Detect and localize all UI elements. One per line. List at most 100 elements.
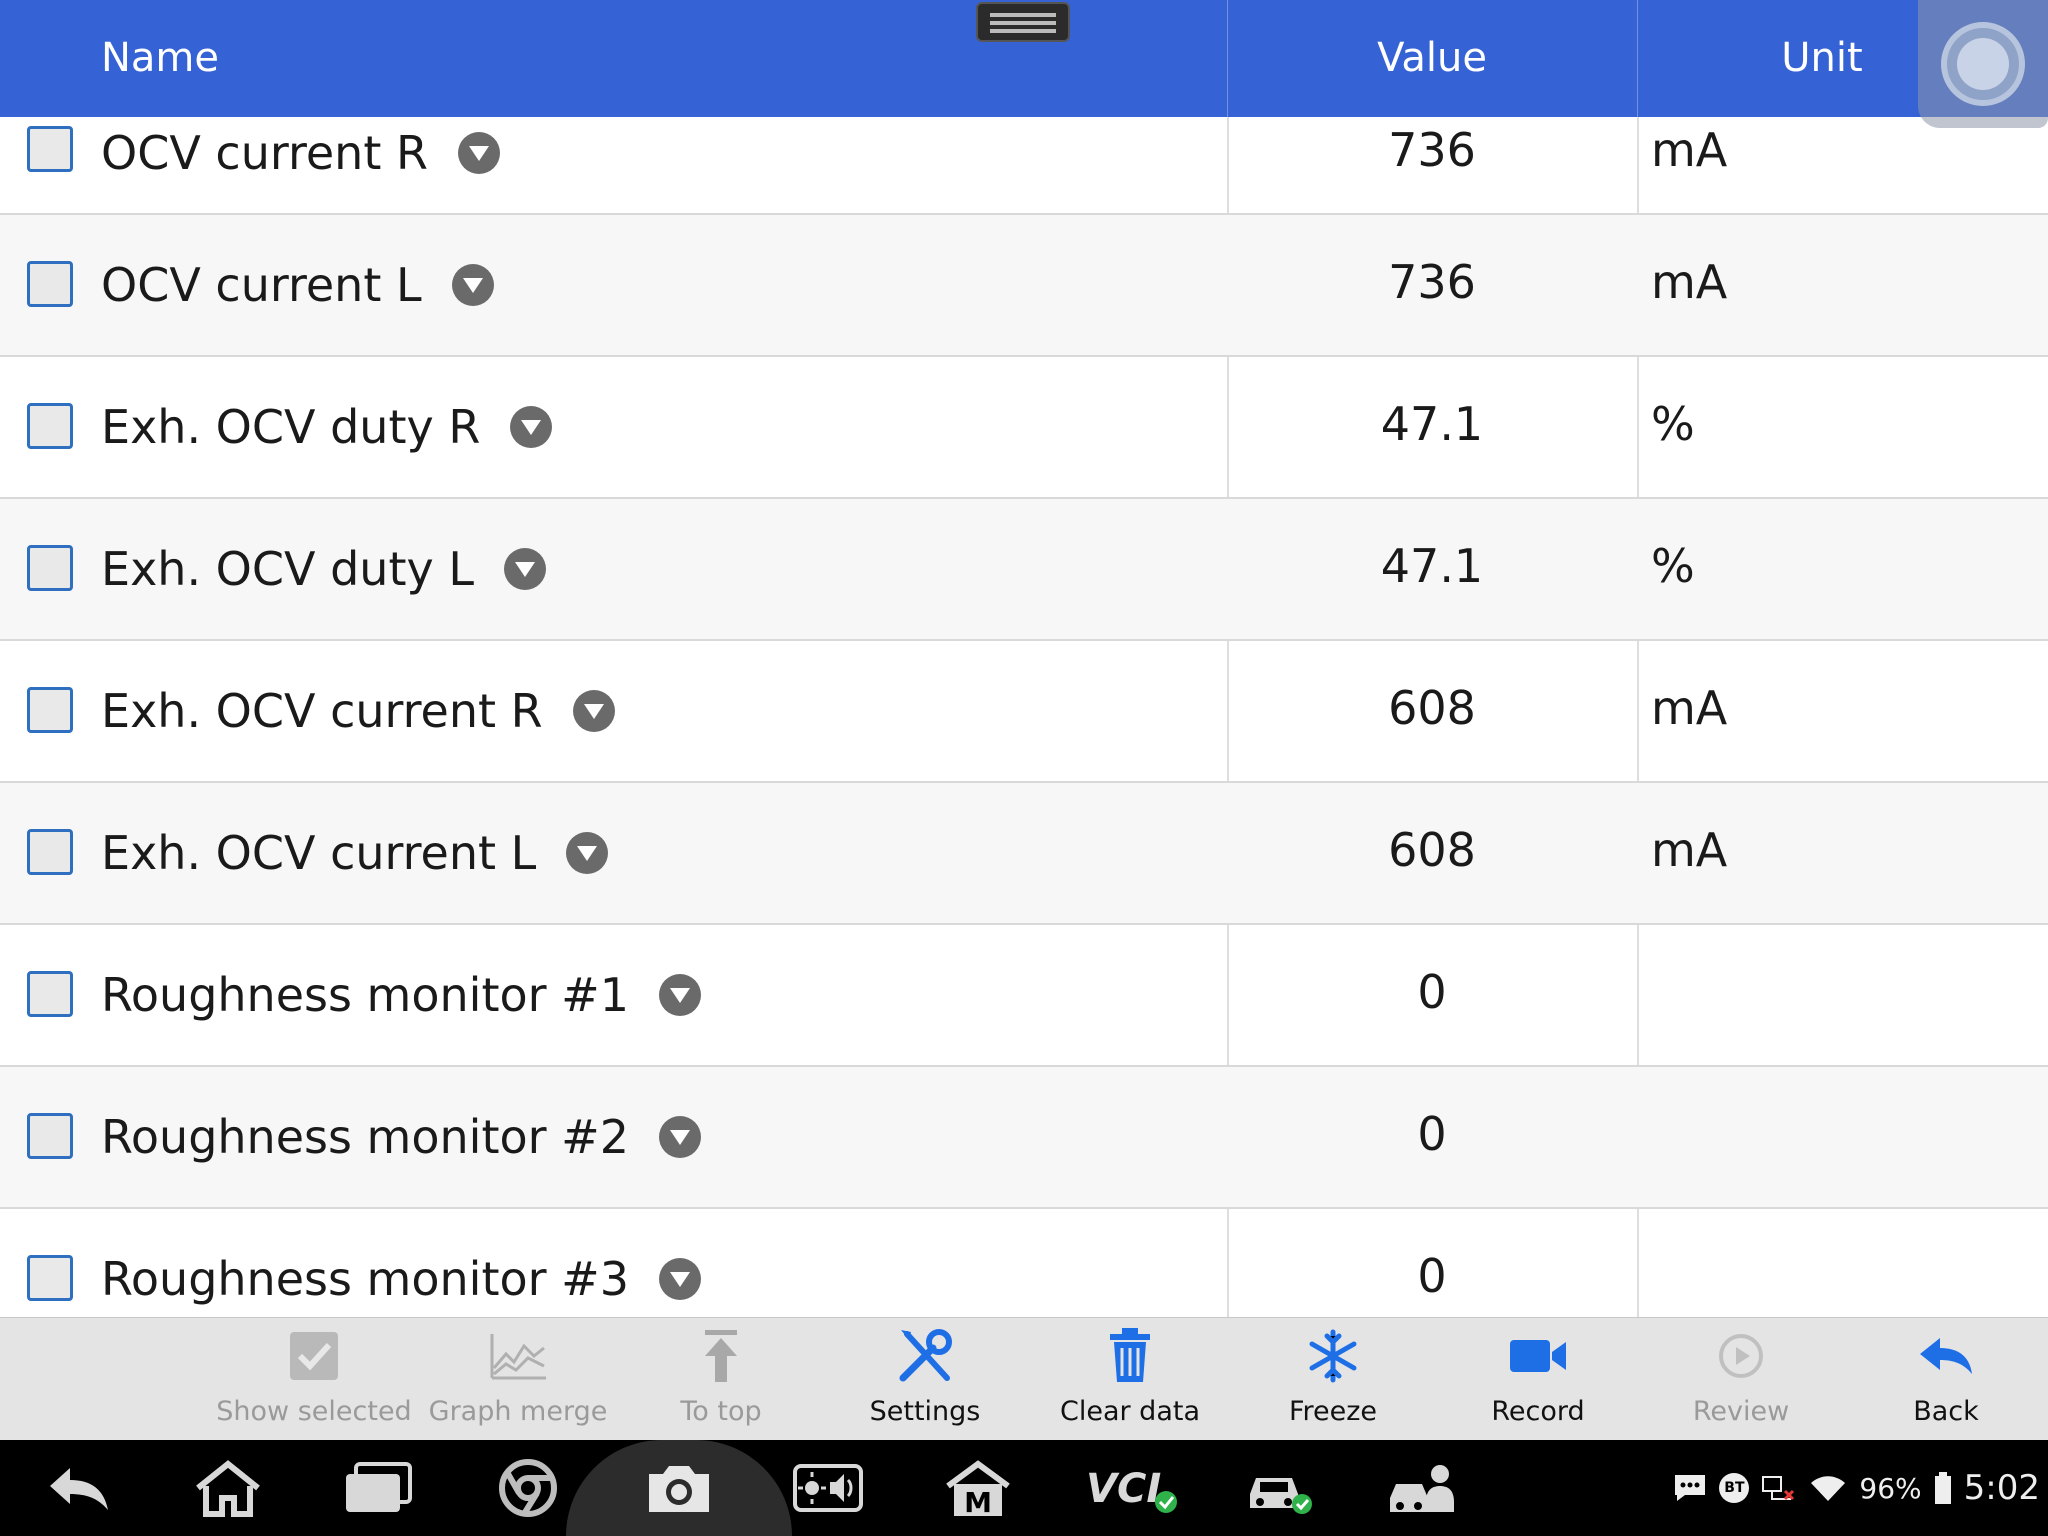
row-name: Exh. OCV duty R xyxy=(101,400,481,454)
video-camera-icon xyxy=(1510,1340,1566,1372)
dropdown-arrow-icon[interactable] xyxy=(658,1116,701,1158)
brightness-volume-icon[interactable] xyxy=(792,1458,864,1518)
table-row[interactable]: OCV current L 736 mA xyxy=(0,215,2048,357)
nav-back-icon[interactable] xyxy=(42,1458,114,1518)
bluetooth-icon: BT xyxy=(1719,1473,1750,1503)
row-value: 0 xyxy=(1417,1249,1447,1303)
row-checkbox[interactable] xyxy=(27,971,73,1017)
data-stream-table[interactable]: OCV current R 736 mA OCV current L 736 m… xyxy=(0,117,2048,1317)
drag-handle-icon[interactable] xyxy=(976,2,1070,42)
dropdown-arrow-icon[interactable] xyxy=(457,132,500,174)
row-value: 736 xyxy=(1388,255,1476,309)
back-arrow-icon xyxy=(1920,1338,1972,1374)
row-checkbox[interactable] xyxy=(27,545,73,591)
checkbox-checked-icon xyxy=(290,1332,338,1380)
row-checkbox[interactable] xyxy=(27,829,73,875)
settings-label: Settings xyxy=(869,1396,981,1427)
table-row[interactable]: Exh. OCV current L 608 mA xyxy=(0,783,2048,925)
dropdown-arrow-icon[interactable] xyxy=(658,1258,701,1300)
row-name: Roughness monitor #3 xyxy=(101,1252,629,1306)
row-value: 0 xyxy=(1417,1107,1447,1161)
row-checkbox[interactable] xyxy=(27,403,73,449)
settings-button[interactable]: Settings xyxy=(825,1318,1025,1441)
battery-icon xyxy=(1934,1472,1951,1504)
network-disconnected-icon xyxy=(1762,1476,1795,1501)
row-unit: mA xyxy=(1651,123,1728,177)
camera-icon[interactable] xyxy=(643,1458,715,1518)
table-row[interactable]: Roughness monitor #1 0 xyxy=(0,925,2048,1067)
freeze-button[interactable]: Freeze xyxy=(1233,1318,1433,1441)
dropdown-arrow-icon[interactable] xyxy=(503,548,546,590)
table-row[interactable]: Exh. OCV duty L 47.1 % xyxy=(0,499,2048,641)
row-name-cell: Exh. OCV current L xyxy=(101,823,609,883)
column-header-name: Name xyxy=(101,35,220,81)
floating-assist-button[interactable] xyxy=(1918,0,2048,128)
table-row[interactable]: Roughness monitor #3 0 xyxy=(0,1209,2048,1317)
row-name: Roughness monitor #2 xyxy=(101,1110,629,1164)
browser-icon[interactable] xyxy=(492,1458,564,1518)
row-checkbox[interactable] xyxy=(27,126,73,172)
row-name-cell: Roughness monitor #2 xyxy=(101,1107,701,1167)
dropdown-arrow-icon[interactable] xyxy=(566,832,609,874)
system-nav-bar: M VCI BT 96% 5:02 xyxy=(0,1440,2048,1536)
back-button[interactable]: Back xyxy=(1846,1318,2046,1441)
to-top-button[interactable]: To top xyxy=(621,1318,821,1441)
row-checkbox[interactable] xyxy=(27,687,73,733)
row-name: OCV current R xyxy=(101,126,428,180)
wifi-icon xyxy=(1811,1476,1846,1501)
clear-data-button[interactable]: Clear data xyxy=(1030,1318,1230,1441)
row-unit: % xyxy=(1651,397,1695,451)
show-selected-button[interactable]: Show selected xyxy=(214,1318,414,1441)
vehicle-connected-icon[interactable] xyxy=(1242,1458,1314,1518)
graph-icon xyxy=(490,1334,546,1380)
row-unit: mA xyxy=(1651,255,1728,309)
record-button[interactable]: Record xyxy=(1438,1318,1638,1441)
maxifix-home-icon[interactable]: M xyxy=(942,1458,1014,1518)
snowflake-icon xyxy=(1309,1329,1357,1383)
graph-merge-label: Graph merge xyxy=(428,1396,608,1427)
review-label: Review xyxy=(1692,1396,1790,1427)
row-name-cell: Roughness monitor #1 xyxy=(101,965,701,1025)
graph-merge-button[interactable]: Graph merge xyxy=(418,1318,618,1441)
freeze-label: Freeze xyxy=(1288,1396,1378,1427)
row-name-cell: OCV current L xyxy=(101,255,494,315)
dropdown-arrow-icon[interactable] xyxy=(510,406,553,448)
table-row[interactable]: Roughness monitor #2 0 xyxy=(0,1067,2048,1209)
row-unit: mA xyxy=(1651,823,1728,877)
status-area: BT 96% 5:02 xyxy=(1673,1440,2040,1536)
remote-expert-icon[interactable] xyxy=(1386,1458,1458,1518)
vci-label: VCI xyxy=(1086,1466,1161,1512)
dropdown-arrow-icon[interactable] xyxy=(658,974,701,1016)
play-circle-icon xyxy=(1719,1334,1763,1378)
row-name: Exh. OCV current L xyxy=(101,826,537,880)
show-selected-label: Show selected xyxy=(216,1396,412,1427)
row-value: 0 xyxy=(1417,965,1447,1019)
bottom-toolbar: Show selected Graph merge To top Setting… xyxy=(0,1317,2048,1440)
row-name-cell: Exh. OCV current R xyxy=(101,681,615,741)
dropdown-arrow-icon[interactable] xyxy=(451,264,494,306)
table-row[interactable]: Exh. OCV current R 608 mA xyxy=(0,641,2048,783)
row-value: 736 xyxy=(1388,123,1476,177)
table-row[interactable]: OCV current R 736 mA xyxy=(0,117,2048,215)
dropdown-arrow-icon[interactable] xyxy=(572,690,615,732)
row-name: Roughness monitor #1 xyxy=(101,968,629,1022)
back-label: Back xyxy=(1913,1396,1979,1427)
row-checkbox[interactable] xyxy=(27,1255,73,1301)
nav-home-icon[interactable] xyxy=(192,1458,264,1518)
row-name-cell: Exh. OCV duty R xyxy=(101,397,553,457)
column-header-value: Value xyxy=(1377,35,1487,81)
nav-recent-apps-icon[interactable] xyxy=(342,1458,414,1518)
row-value: 47.1 xyxy=(1380,539,1484,593)
row-name: Exh. OCV current R xyxy=(101,684,543,738)
table-row[interactable]: Exh. OCV duty R 47.1 % xyxy=(0,357,2048,499)
review-button[interactable]: Review xyxy=(1641,1318,1841,1441)
tools-icon xyxy=(899,1329,952,1382)
row-checkbox[interactable] xyxy=(27,1113,73,1159)
row-checkbox[interactable] xyxy=(27,261,73,307)
row-name-cell: OCV current R xyxy=(101,123,500,183)
row-unit: % xyxy=(1651,539,1695,593)
vci-connected-icon[interactable]: VCI xyxy=(1084,1458,1180,1518)
table-header: Name Value Unit xyxy=(0,0,2048,128)
chat-notification-icon xyxy=(1675,1475,1706,1501)
row-name: Exh. OCV duty L xyxy=(101,542,474,596)
